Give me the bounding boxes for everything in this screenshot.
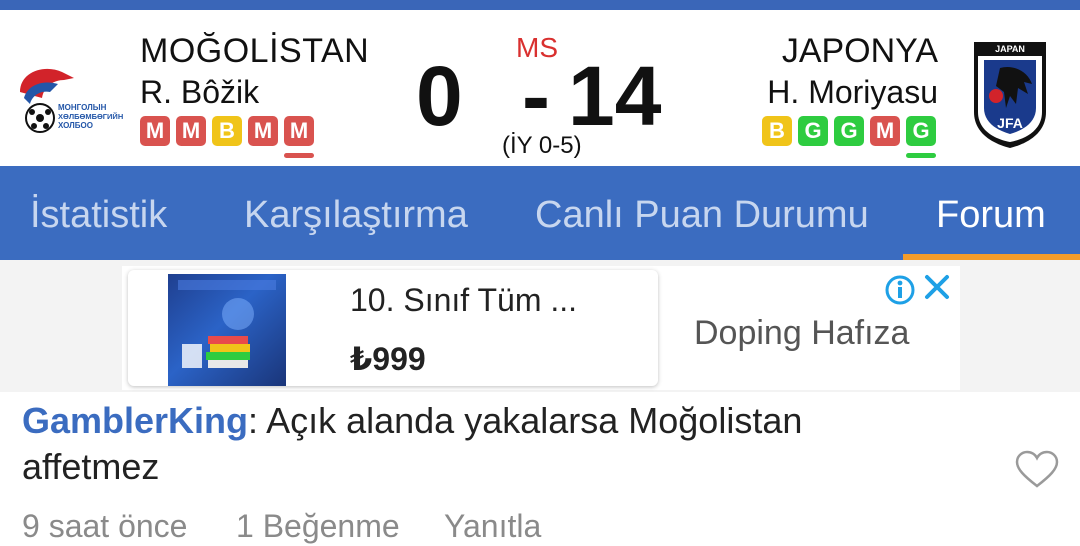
away-team-coach: H. Moriyasu <box>767 74 938 110</box>
home-team-name[interactable]: MOĞOLİSTAN <box>140 32 369 71</box>
home-team-logo: МОНГОЛЫН ХӨЛБӨМБӨГИЙН ХОЛБОО <box>20 68 123 133</box>
home-team-form: M M B M M <box>140 116 314 158</box>
form-pill: G <box>798 116 828 146</box>
svg-text:ХОЛБОО: ХОЛБОО <box>58 121 93 130</box>
svg-text:JAPAN: JAPAN <box>995 44 1025 54</box>
form-pill: M <box>176 116 206 146</box>
home-score: 0 <box>416 49 463 143</box>
ad-title[interactable]: 10. Sınıf Tüm ... <box>350 282 577 319</box>
tab-statistics[interactable]: İstatistik <box>30 194 167 237</box>
form-pill: M <box>870 116 900 146</box>
away-team-form: B G G M G <box>762 116 936 158</box>
tab-forum[interactable]: Forum <box>936 194 1046 237</box>
form-pill: G <box>834 116 864 146</box>
ad-product-card[interactable]: 10. Sınıf Tüm ... ₺999 <box>128 270 658 386</box>
away-team-name[interactable]: JAPONYA <box>782 32 938 71</box>
info-icon[interactable] <box>884 274 916 306</box>
halftime-score: (İY 0-5) <box>502 132 582 159</box>
home-team-coach: R. Bôžik <box>140 74 260 110</box>
close-icon[interactable] <box>922 272 952 302</box>
ad-product-image <box>168 274 286 386</box>
ad-banner: 10. Sınıf Tüm ... ₺999 Doping Hafıza <box>0 260 1080 392</box>
form-pill: M <box>140 116 170 146</box>
match-header: МОНГОЛЫН ХӨЛБӨМБӨГИЙН ХОЛБОО MOĞOLİSTAN … <box>0 10 1080 166</box>
form-pill: B <box>212 116 242 146</box>
forum-comment: GamblerKing: Açık alanda yakalarsa Moğol… <box>22 398 922 490</box>
ad-container[interactable]: 10. Sınıf Tüm ... ₺999 Doping Hafıza <box>122 266 960 390</box>
form-pill-latest: M <box>284 116 314 158</box>
form-pill-latest: G <box>906 116 936 158</box>
heart-icon[interactable] <box>1014 450 1060 490</box>
form-pill: B <box>762 116 792 146</box>
tab-comparison[interactable]: Karşılaştırma <box>244 194 468 237</box>
match-tabs: İstatistik Karşılaştırma Canlı Puan Duru… <box>0 166 1080 260</box>
top-accent-bar <box>0 0 1080 10</box>
svg-text:ХӨЛБӨМБӨГИЙН: ХӨЛБӨМБӨГИЙН <box>58 112 123 121</box>
comment-username[interactable]: GamblerKing <box>22 400 248 441</box>
svg-text:JFA: JFA <box>997 115 1023 131</box>
form-pill: M <box>248 116 278 146</box>
away-score: 14 <box>568 49 662 143</box>
svg-text:МОНГОЛЫН: МОНГОЛЫН <box>58 103 107 112</box>
comment-like-count[interactable]: 1 Beğenme <box>236 508 400 545</box>
ad-brand[interactable]: Doping Hafıza <box>694 314 909 353</box>
comment-time: 9 saat önce <box>22 508 188 544</box>
away-team-logo: JAPAN JFA <box>974 42 1046 148</box>
tab-live-standings[interactable]: Canlı Puan Durumu <box>535 194 869 237</box>
score-separator: - <box>522 49 550 143</box>
reply-button[interactable]: Yanıtla <box>444 508 541 545</box>
comment-separator: : <box>248 400 259 441</box>
ad-price: ₺999 <box>350 341 426 377</box>
